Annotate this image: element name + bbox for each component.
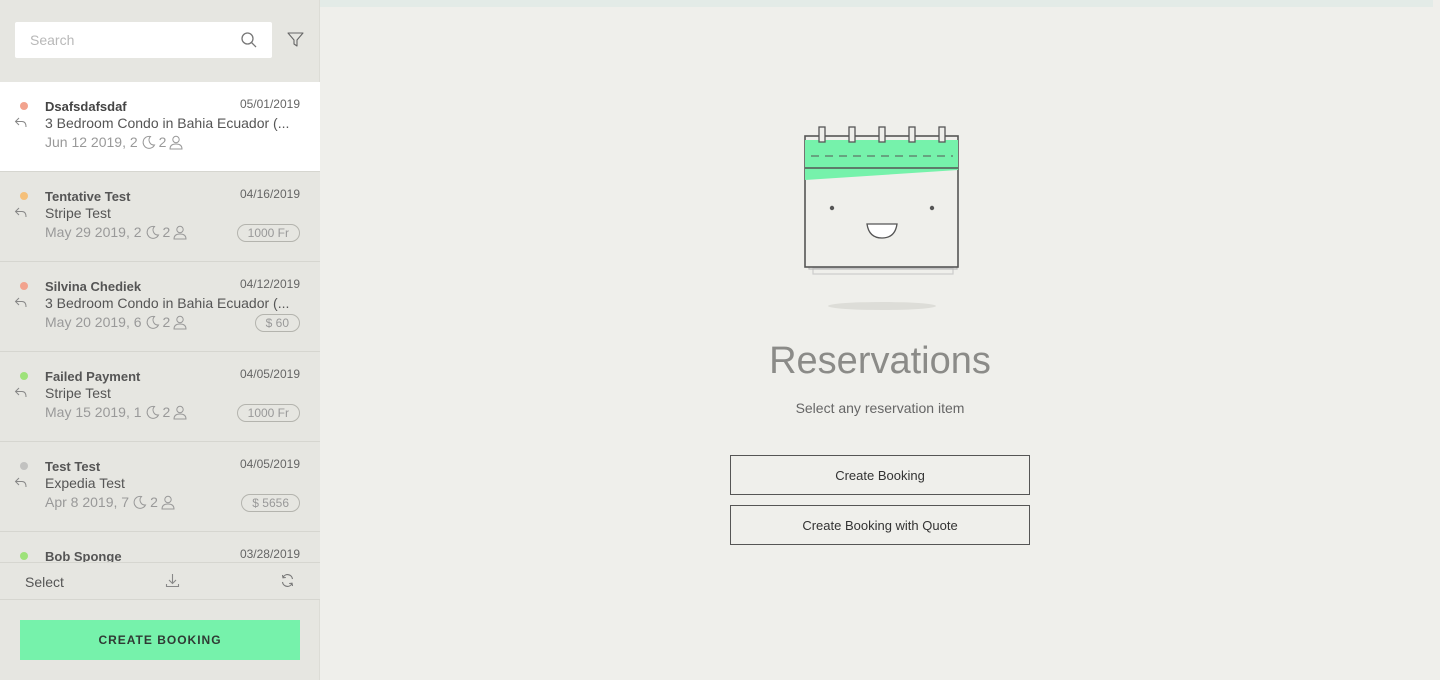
guest-count: 2 [162, 314, 171, 330]
status-dot [20, 552, 28, 560]
search-box [15, 22, 272, 58]
person-icon [169, 135, 183, 149]
reply-icon [14, 207, 27, 218]
page-subtitle: Select any reservation item [795, 400, 965, 416]
reply-icon [14, 117, 27, 128]
reservation-item[interactable]: Silvina Chediek 04/12/2019 3 Bedroom Condo… [0, 262, 320, 352]
download-icon[interactable] [165, 573, 180, 588]
property-name: Expedia Test [45, 475, 125, 491]
guest-name: Dsafsdafsdaf [45, 99, 127, 114]
select-button[interactable]: Select [25, 574, 64, 590]
reply-icon [14, 477, 27, 488]
guest-name: Silvina Chediek [45, 279, 142, 294]
reservation-list: Dsafsdafsdaf 05/01/2019 3 Bedroom Condo in… [0, 82, 320, 562]
reservation-date: 03/28/2019 [239, 547, 300, 561]
guest-name: Bob Sponge [45, 549, 122, 562]
page-title: Reservations [769, 340, 991, 382]
property-name: 3 Bedroom Condo in Bahia Ecuador (... [45, 115, 290, 131]
status-dot [20, 102, 28, 110]
price-badge: 1000 Fr [236, 224, 300, 242]
reservation-item[interactable]: Bob Sponge 03/28/2019 [0, 532, 320, 562]
create-booking-button[interactable]: CREATE BOOKING [20, 620, 300, 660]
moon-icon [146, 405, 159, 419]
refresh-icon[interactable] [280, 573, 295, 588]
reservation-date: 04/05/2019 [239, 457, 300, 471]
reservation-date: 04/12/2019 [239, 277, 300, 291]
arrival-nights: May 15 2019, 1 [45, 404, 142, 420]
status-dot [20, 462, 28, 470]
reservation-date: 04/16/2019 [239, 187, 300, 201]
guest-count: 2 [158, 134, 167, 150]
reservation-date: 04/05/2019 [239, 367, 300, 381]
moon-icon [142, 135, 155, 149]
person-icon [173, 405, 187, 419]
create-booking-main-button[interactable]: Create Booking [730, 455, 1030, 495]
moon-icon [146, 315, 159, 329]
stay-info: May 20 2019, 6 2 [45, 314, 190, 330]
property-name: Stripe Test [45, 385, 111, 401]
stay-info: May 29 2019, 2 2 [45, 224, 190, 240]
reply-icon [14, 297, 27, 308]
arrival-nights: Apr 8 2019, 7 [45, 494, 130, 510]
sidebar: Dsafsdafsdaf 05/01/2019 3 Bedroom Condo in… [0, 0, 320, 680]
arrival-nights: May 20 2019, 6 [45, 314, 142, 330]
search-input[interactable] [15, 22, 272, 58]
guest-count: 2 [162, 404, 171, 420]
calendar-illustration [804, 126, 959, 310]
filter-icon[interactable] [287, 31, 304, 48]
guest-count: 2 [162, 224, 171, 240]
status-dot [20, 192, 28, 200]
arrival-nights: May 29 2019, 2 [45, 224, 142, 240]
reservation-item[interactable]: Failed Payment 04/05/2019 Stripe Test May 1… [0, 352, 320, 442]
list-footer: Select [0, 562, 320, 600]
status-dot [20, 372, 28, 380]
person-icon [161, 495, 175, 509]
person-icon [173, 315, 187, 329]
price-badge: 1000 Fr [236, 404, 300, 422]
property-name: Stripe Test [45, 205, 111, 221]
reservation-item[interactable]: Tentative Test 04/16/2019 Stripe Test May 2… [0, 172, 320, 262]
moon-icon [133, 495, 147, 509]
top-progress-line [320, 0, 1433, 7]
property-name: 3 Bedroom Condo in Bahia Ecuador (... [45, 295, 290, 311]
status-dot [20, 282, 28, 290]
guest-name: Failed Payment [45, 369, 141, 384]
guest-name: Tentative Test [45, 189, 131, 204]
moon-icon [146, 225, 159, 239]
arrival-nights: Jun 12 2019, 2 [45, 134, 138, 150]
reservation-item[interactable]: Test Test 04/05/2019 Expedia Test Apr 8 201… [0, 442, 320, 532]
reservation-item[interactable]: Dsafsdafsdaf 05/01/2019 3 Bedroom Condo in… [0, 82, 320, 172]
reply-icon [14, 387, 27, 398]
search-icon[interactable] [240, 31, 258, 49]
stay-info: Apr 8 2019, 7 2 [45, 494, 178, 510]
person-icon [173, 225, 187, 239]
guest-name: Test Test [45, 459, 101, 474]
price-badge: $ 5656 [241, 494, 300, 512]
stay-info: May 15 2019, 1 2 [45, 404, 190, 420]
create-booking-quote-button[interactable]: Create Booking with Quote [730, 505, 1030, 545]
guest-count: 2 [150, 494, 158, 510]
stay-info: Jun 12 2019, 2 2 [45, 134, 186, 150]
reservation-date: 05/01/2019 [239, 97, 300, 111]
price-badge: $ 60 [254, 314, 300, 332]
